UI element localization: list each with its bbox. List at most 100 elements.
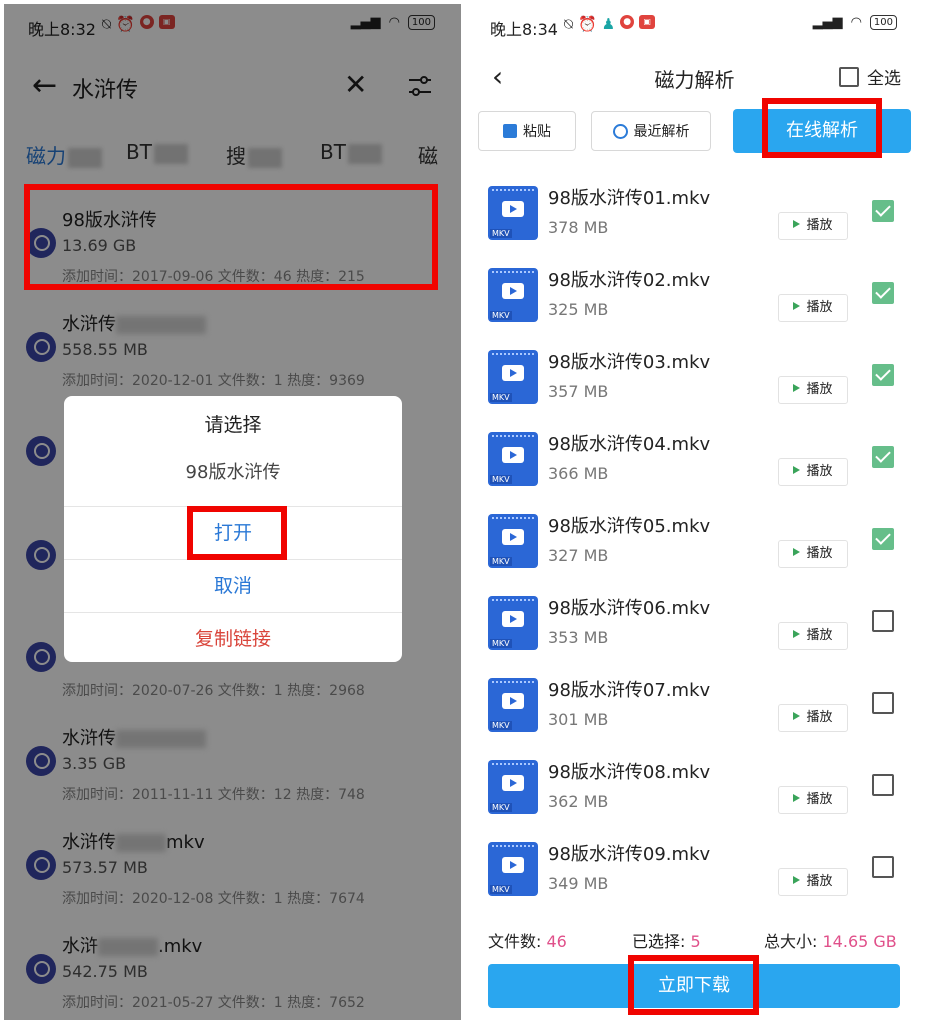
file-name: 98版水浒传03.mkv: [548, 352, 711, 373]
play-icon: [793, 630, 801, 638]
play-icon: [793, 220, 801, 228]
select-all-label: 全选: [867, 69, 901, 89]
file-name: 98版水浒传05.mkv: [548, 516, 711, 537]
file-name: 98版水浒传09.mkv: [548, 844, 711, 865]
battery-icon: 100: [869, 15, 897, 30]
paste-button[interactable]: 粘贴: [478, 111, 576, 151]
file-size: 362 MB: [548, 792, 609, 811]
recent-parse-button[interactable]: 最近解析: [591, 111, 711, 151]
highlight-box: [762, 98, 882, 158]
file-size: 349 MB: [548, 874, 609, 893]
file-size: 366 MB: [548, 464, 609, 483]
mkv-file-icon: MKV: [488, 350, 538, 404]
file-row[interactable]: MKV 98版水浒传03.mkv 357 MB 播放: [466, 338, 923, 420]
alarm-icon: ⏰: [578, 15, 597, 33]
wifi-icon: ◠: [850, 15, 862, 30]
file-checkbox[interactable]: [872, 282, 894, 304]
mute-icon: ⍉: [564, 15, 574, 33]
play-icon: [793, 466, 801, 474]
file-checkbox[interactable]: [872, 692, 894, 714]
file-row[interactable]: MKV 98版水浒传01.mkv 378 MB 播放: [466, 174, 923, 256]
mkv-file-icon: MKV: [488, 678, 538, 732]
dialog-title: 请选择: [204, 414, 262, 436]
paste-label: 粘贴: [523, 124, 551, 140]
app-badge-icon: ●: [620, 15, 635, 29]
file-row[interactable]: MKV 98版水浒传06.mkv 353 MB 播放: [466, 584, 923, 666]
mkv-file-icon: MKV: [488, 432, 538, 486]
left-screen: 晚上8:32 ⍉ ⏰ ● ▣ ▂▄▆ ◠ 100 ← 水浒传 ✕ 磁力 BT 搜…: [4, 4, 461, 1020]
highlight-box: [24, 184, 438, 290]
file-row[interactable]: MKV 98版水浒传05.mkv 327 MB 播放: [466, 502, 923, 584]
select-all-toggle[interactable]: 全选: [839, 64, 901, 89]
file-row[interactable]: MKV 98版水浒传04.mkv 366 MB 播放: [466, 420, 923, 502]
file-name: 98版水浒传02.mkv: [548, 270, 711, 291]
file-row[interactable]: MKV 98版水浒传09.mkv 349 MB 播放: [466, 830, 923, 912]
play-icon: [793, 876, 801, 884]
status-right: ▂▄▆ ◠ 100: [813, 15, 897, 30]
signal-icon: ▂▄▆: [812, 15, 843, 30]
cancel-button[interactable]: 取消: [64, 559, 402, 612]
comparison-screenshot: 晚上8:32 ⍉ ⏰ ● ▣ ▂▄▆ ◠ 100 ← 水浒传 ✕ 磁力 BT 搜…: [0, 0, 927, 1024]
news-app-icon: ▣: [639, 15, 656, 29]
file-name: 98版水浒传08.mkv: [548, 762, 711, 783]
right-screen: 晚上8:34 ⍉ ⏰ ♟ ● ▣ ▂▄▆ ◠ 100 ‹ 磁力解析 全选 粘贴 …: [466, 4, 923, 1020]
play-button[interactable]: 播放: [778, 540, 848, 568]
file-size: 378 MB: [548, 218, 609, 237]
file-checkbox[interactable]: [872, 528, 894, 550]
play-button[interactable]: 播放: [778, 868, 848, 896]
selected-count: 已选择: 5: [632, 932, 701, 951]
play-button[interactable]: 播放: [778, 704, 848, 732]
mkv-file-icon: MKV: [488, 186, 538, 240]
select-all-checkbox[interactable]: [839, 66, 859, 87]
status-icons: ⍉ ⏰ ♟ ● ▣: [564, 15, 656, 33]
file-size: 325 MB: [548, 300, 609, 319]
file-row[interactable]: MKV 98版水浒传02.mkv 325 MB 播放: [466, 256, 923, 338]
file-row[interactable]: MKV 98版水浒传07.mkv 301 MB 播放: [466, 666, 923, 748]
play-icon: [793, 794, 801, 802]
file-size: 357 MB: [548, 382, 609, 401]
file-name: 98版水浒传01.mkv: [548, 188, 711, 209]
mkv-file-icon: MKV: [488, 596, 538, 650]
summary-bar: 文件数: 46 已选择: 5 总大小: 14.65 GB: [466, 928, 923, 956]
clock-icon: [612, 123, 628, 139]
file-name: 98版水浒传07.mkv: [548, 680, 711, 701]
file-size: 327 MB: [548, 546, 609, 565]
file-name: 98版水浒传04.mkv: [548, 434, 711, 455]
total-size: 总大小: 14.65 GB: [764, 932, 897, 951]
app-icon: ♟: [601, 15, 616, 33]
play-icon: [793, 548, 801, 556]
mkv-file-icon: MKV: [488, 842, 538, 896]
play-button[interactable]: 播放: [778, 376, 848, 404]
file-name: 98版水浒传06.mkv: [548, 598, 711, 619]
copy-link-button[interactable]: 复制链接: [64, 612, 402, 662]
file-checkbox[interactable]: [872, 774, 894, 796]
file-checkbox[interactable]: [872, 856, 894, 878]
play-button[interactable]: 播放: [778, 458, 848, 486]
play-button[interactable]: 播放: [778, 786, 848, 814]
mkv-file-icon: MKV: [488, 760, 538, 814]
status-bar: 晚上8:34 ⍉ ⏰ ♟ ● ▣ ▂▄▆ ◠ 100: [466, 4, 923, 48]
file-checkbox[interactable]: [872, 610, 894, 632]
file-row[interactable]: MKV 98版水浒传08.mkv 362 MB 播放: [466, 748, 923, 830]
file-size: 353 MB: [548, 628, 609, 647]
top-nav: ‹ 磁力解析 全选: [466, 54, 923, 104]
file-count: 文件数: 46: [488, 932, 567, 951]
file-checkbox[interactable]: [872, 200, 894, 222]
play-icon: [793, 302, 801, 310]
play-button[interactable]: 播放: [778, 294, 848, 322]
play-icon: [793, 712, 801, 720]
dialog-message: 98版水浒传: [185, 462, 281, 483]
play-button[interactable]: 播放: [778, 212, 848, 240]
highlight-box: [628, 955, 759, 1015]
highlight-box: [187, 506, 287, 560]
status-time: 晚上8:34: [490, 20, 558, 39]
file-checkbox[interactable]: [872, 364, 894, 386]
play-button[interactable]: 播放: [778, 622, 848, 650]
mkv-file-icon: MKV: [488, 514, 538, 568]
play-icon: [793, 384, 801, 392]
recent-parse-label: 最近解析: [633, 124, 690, 140]
file-checkbox[interactable]: [872, 446, 894, 468]
mkv-file-icon: MKV: [488, 268, 538, 322]
paste-icon: [503, 124, 517, 138]
file-size: 301 MB: [548, 710, 609, 729]
